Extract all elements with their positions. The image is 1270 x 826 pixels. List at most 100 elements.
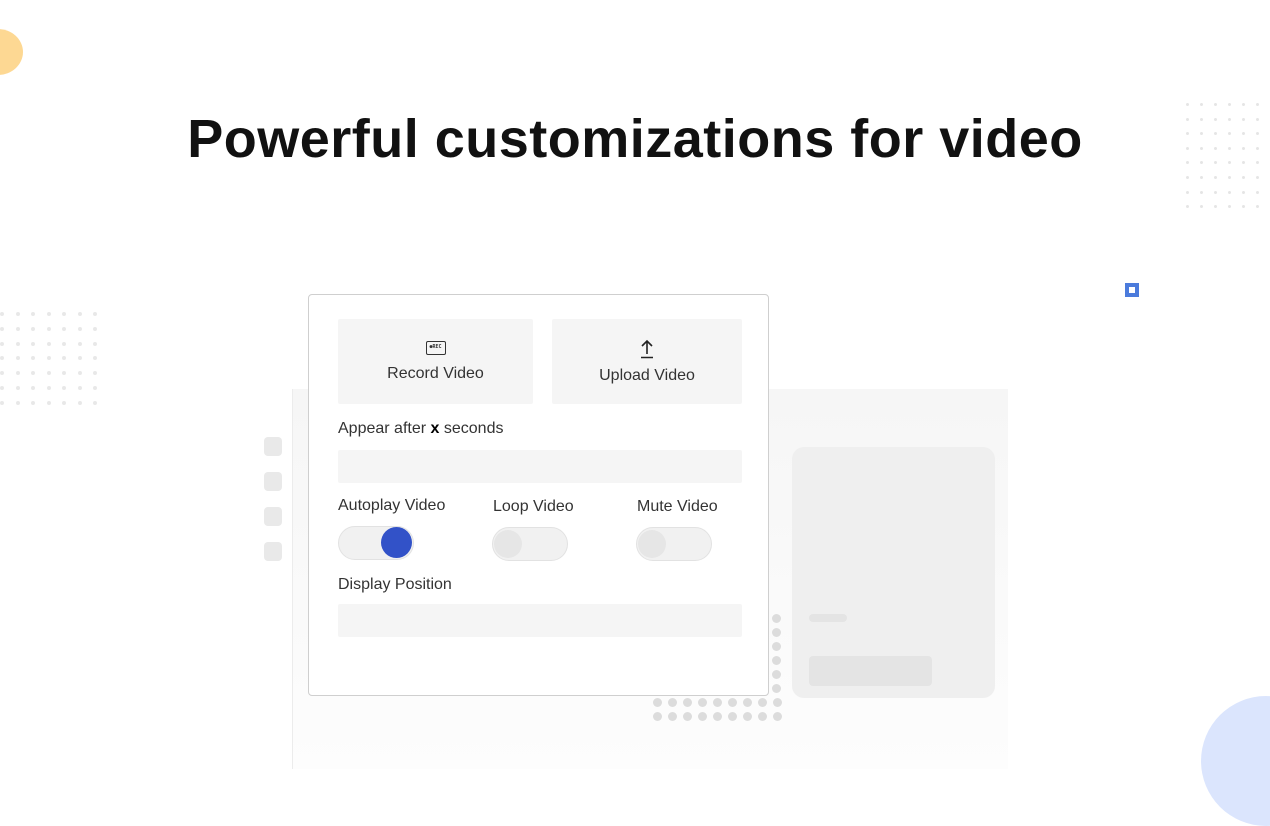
decorative-dot — [653, 698, 662, 707]
decorative-dot — [668, 698, 677, 707]
decorative-dot — [77, 312, 82, 316]
decorative-dot — [1228, 175, 1231, 179]
decorative-dot — [1214, 103, 1217, 106]
decorative-dot — [62, 371, 66, 376]
decorative-dot — [653, 712, 662, 721]
decorative-dot — [93, 385, 97, 390]
decorative-square-marker — [1125, 283, 1139, 297]
decorative-dot — [93, 356, 97, 361]
decorative-dot — [728, 698, 737, 707]
decorative-dot — [31, 312, 35, 316]
record-video-button[interactable]: ●REC Record Video — [338, 319, 533, 404]
decorative-dot — [773, 698, 782, 707]
decorative-dot — [1214, 205, 1217, 209]
decorative-dot — [77, 385, 82, 390]
decorative-dot — [1256, 205, 1259, 209]
decorative-dot-grid-left — [0, 312, 109, 416]
decorative-dot — [1200, 205, 1203, 209]
decorative-dot — [93, 400, 97, 405]
record-video-label: Record Video — [387, 364, 484, 382]
decorative-dot — [77, 371, 82, 376]
decorative-dot — [0, 385, 4, 390]
loop-video-toggle[interactable] — [492, 527, 568, 561]
decorative-dot — [46, 371, 51, 376]
toggle-knob — [494, 530, 522, 558]
decorative-dot — [1228, 103, 1231, 106]
decorative-dot — [15, 312, 20, 316]
decorative-dot — [15, 356, 20, 361]
decorative-dot — [772, 628, 781, 637]
decorative-dot — [62, 356, 66, 361]
decorative-dot — [0, 341, 4, 346]
decorative-dot — [62, 400, 66, 405]
decorative-dot — [713, 698, 722, 707]
display-position-input[interactable] — [338, 604, 742, 637]
upload-video-button[interactable]: Upload Video — [552, 319, 742, 404]
loop-video-label: Loop Video — [493, 498, 574, 515]
decorative-dot — [1242, 205, 1245, 209]
decorative-dot — [77, 341, 82, 346]
decorative-dot — [772, 684, 781, 693]
decorative-dot — [0, 356, 4, 361]
background-card-text-placeholder — [809, 614, 847, 622]
decorative-dot — [46, 400, 51, 405]
rec-icon: ●REC — [425, 340, 446, 355]
appear-after-input[interactable] — [338, 450, 742, 483]
appear-after-label: Appear after x seconds — [338, 420, 504, 437]
mute-video-toggle[interactable] — [636, 527, 712, 561]
decorative-dot — [46, 385, 51, 390]
decorative-dot — [1186, 190, 1189, 194]
decorative-dot-grid-bottom — [653, 698, 788, 726]
background-card-button-placeholder — [809, 656, 932, 686]
decorative-dot — [93, 371, 97, 376]
side-chip-placeholder — [264, 472, 282, 491]
decorative-dot — [772, 656, 781, 665]
decorative-dot — [772, 642, 781, 651]
decorative-dot — [15, 371, 20, 376]
decorative-dot — [93, 341, 97, 346]
decorative-dot — [758, 712, 767, 721]
autoplay-video-toggle[interactable] — [338, 526, 414, 560]
decorative-dot — [698, 698, 707, 707]
decorative-dot — [743, 712, 752, 721]
autoplay-video-label: Autoplay Video — [338, 497, 446, 514]
decorative-dot — [0, 371, 4, 376]
side-chip-placeholder — [264, 437, 282, 456]
decorative-dot — [15, 385, 20, 390]
decorative-dot — [62, 385, 66, 390]
decorative-dot — [46, 341, 51, 346]
decorative-dot — [1186, 103, 1189, 106]
decorative-dot — [31, 400, 35, 405]
decorative-dot — [1242, 175, 1245, 179]
decorative-dot — [1242, 190, 1245, 194]
decorative-dot — [1228, 205, 1231, 209]
decorative-dot — [31, 385, 35, 390]
decorative-dot — [1256, 190, 1259, 194]
decorative-dot — [1214, 175, 1217, 179]
decorative-dot — [1242, 103, 1245, 106]
decorative-dot — [683, 712, 692, 721]
decorative-dot — [1186, 175, 1189, 179]
decorative-dot — [31, 341, 35, 346]
decorative-dot — [46, 356, 51, 361]
decorative-dot — [1200, 190, 1203, 194]
display-position-label: Display Position — [338, 576, 452, 593]
decorative-dot — [77, 356, 82, 361]
decorative-dot — [31, 326, 35, 331]
decorative-dot — [772, 670, 781, 679]
page-headline: Powerful customizations for video — [187, 109, 1083, 169]
decorative-dot — [15, 400, 20, 405]
decorative-dot — [31, 356, 35, 361]
mute-video-label: Mute Video — [637, 498, 718, 515]
decorative-dot — [1228, 190, 1231, 194]
decorative-dot — [1256, 103, 1259, 106]
decorative-dot — [758, 698, 767, 707]
decorative-dot — [772, 614, 781, 623]
decorative-dot — [1256, 175, 1259, 179]
decorative-dot — [0, 312, 4, 316]
decorative-dot — [62, 326, 66, 331]
decorative-dot — [728, 712, 737, 721]
side-chip-placeholder — [264, 542, 282, 561]
decorative-dot — [15, 341, 20, 346]
decorative-dot — [62, 312, 66, 316]
